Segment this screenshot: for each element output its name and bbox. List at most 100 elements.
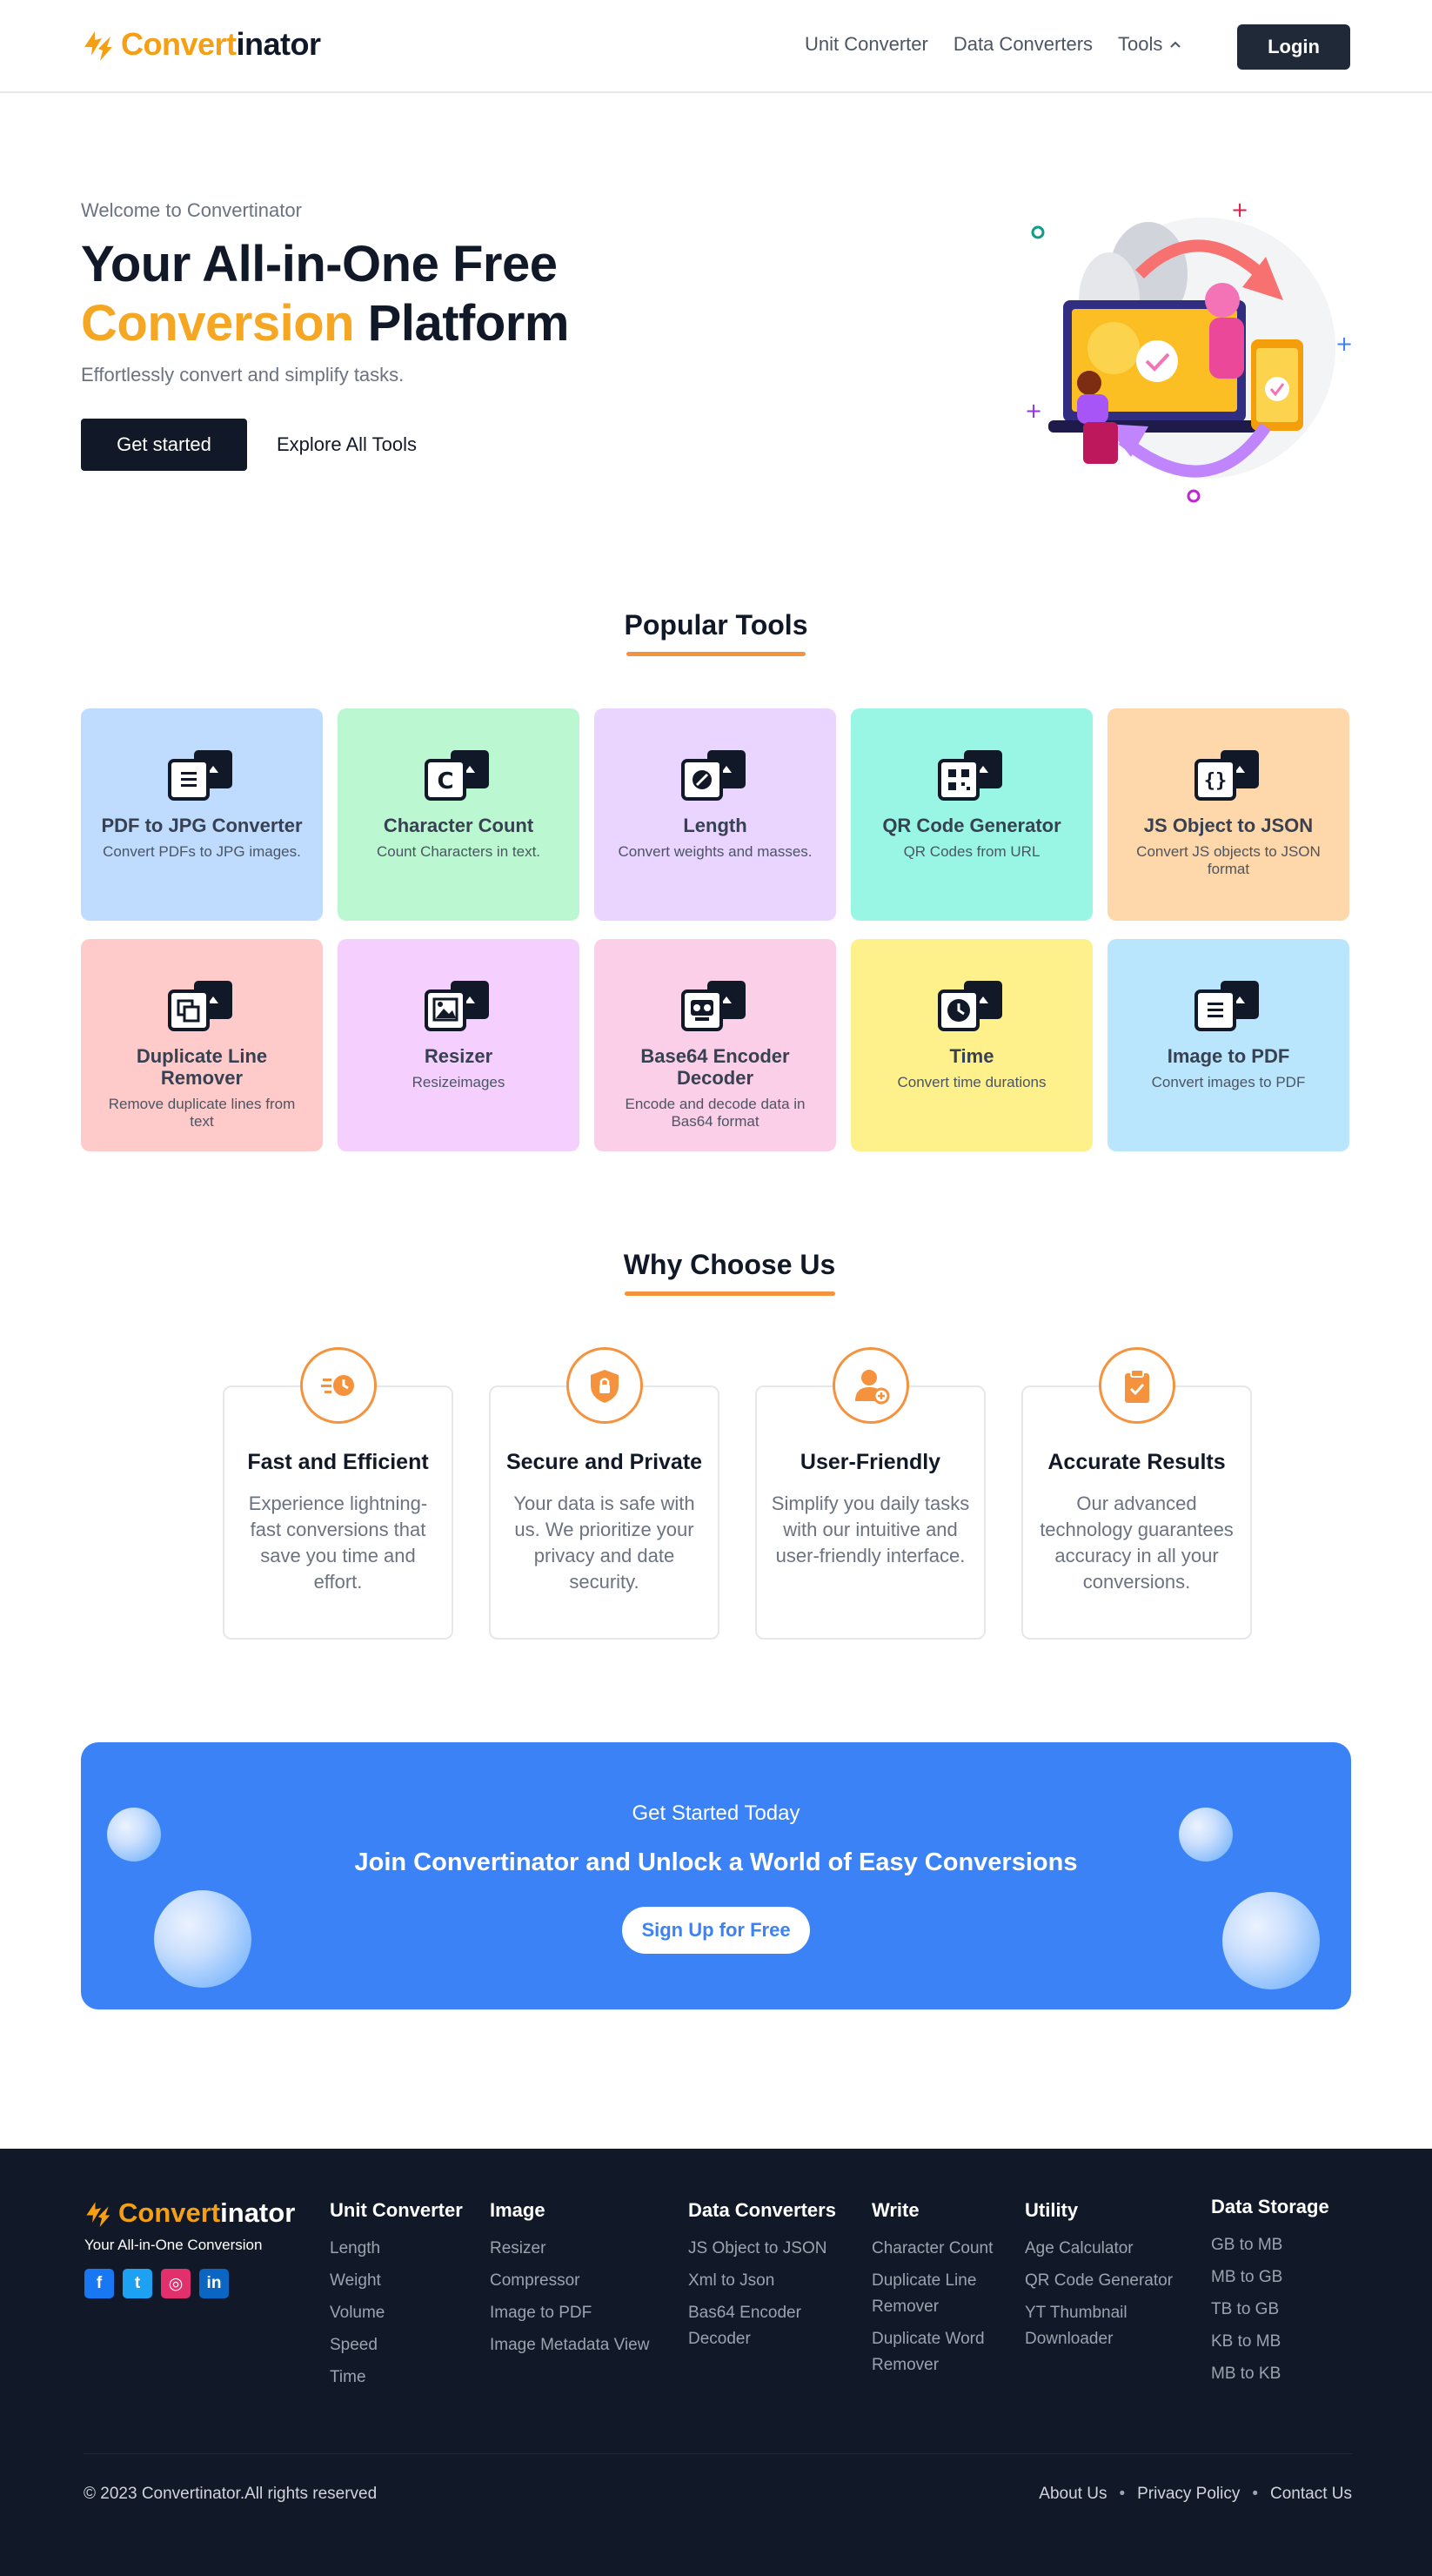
nav-data-converters[interactable]: Data Converters — [954, 33, 1093, 56]
footer-link-image-metadata-view[interactable]: Image Metadata View — [490, 2332, 677, 2358]
tool-card-description: QR Codes from URL — [903, 843, 1041, 860]
linkedin-icon[interactable]: in — [199, 2269, 229, 2298]
footer-column-utility: Utility Age Calculator QR Code Generator YT… — [1025, 2199, 1203, 2358]
footer-link-mb-to-kb[interactable]: MB to KB — [1211, 2361, 1359, 2387]
tool-card-qr-code-generator[interactable]: QR Code Generator QR Codes from URL — [851, 708, 1093, 921]
popular-tools-underline — [626, 652, 806, 656]
instagram-icon[interactable]: ◎ — [161, 2269, 191, 2298]
ruler-icon — [681, 750, 746, 801]
why-card-description: Our advanced technology guarantees accur… — [1040, 1493, 1234, 1593]
hero-title-rest: Platform — [354, 295, 570, 352]
tool-card-duplicate-line-remover[interactable]: Duplicate Line Remover Remove duplicate l… — [81, 939, 323, 1151]
footer-link-speed[interactable]: Speed — [330, 2332, 478, 2358]
tool-card-js-object-to-json[interactable]: {} JS Object to JSON Convert JS objects to… — [1107, 708, 1349, 921]
svg-text:+: + — [1231, 198, 1248, 222]
encoder-icon — [681, 981, 746, 1031]
tool-card-title: Base64 Encoder Decoder — [640, 1045, 790, 1089]
hero-illustration: + + + — [1025, 198, 1353, 503]
footer-link-gb-to-mb[interactable]: GB to MB — [1211, 2232, 1359, 2258]
tool-card-description: Convert PDFs to JPG images. — [103, 843, 301, 860]
footer-link-xml-to-json[interactable]: Xml to Json — [688, 2268, 862, 2294]
footer-link-duplicate-line-remover[interactable]: Duplicate Line Remover — [872, 2268, 1020, 2320]
why-choose-heading: Why Choose Us — [623, 1249, 836, 1280]
tool-card-character-count[interactable]: C Character Count Count Characters in text… — [338, 708, 579, 921]
tool-card-title: Image to PDF — [1167, 1045, 1290, 1067]
facebook-icon[interactable]: f — [84, 2269, 114, 2298]
tool-card-pdf-to-jpg-converter[interactable]: PDF to JPG Converter Convert PDFs to JPG … — [81, 708, 323, 921]
footer-brand-part1: Convert — [118, 2197, 221, 2228]
decorative-bubble — [154, 1890, 251, 1988]
hero-subtitle: Effortlessly convert and simplify tasks. — [81, 364, 405, 386]
cta-banner: Get Started Today Join Convertinator and… — [81, 1742, 1351, 2009]
tool-card-base64-encoder-decoder[interactable]: Base64 Encoder Decoder Encode and decode … — [594, 939, 836, 1151]
tool-card-description: Convert JS objects to JSON format — [1136, 843, 1321, 877]
footer-column-heading: Write — [872, 2199, 920, 2221]
tool-card-title: Duplicate Line Remover — [136, 1045, 268, 1089]
brand-name-part1: Convert — [121, 26, 237, 62]
footer-link-bas64-encoder-decoder[interactable]: Bas64 Encoder Decoder — [688, 2300, 862, 2352]
popular-tools-grid: PDF to JPG Converter Convert PDFs to JPG … — [81, 708, 1351, 1151]
footer-link-yt-thumbnail-downloader[interactable]: YT Thumbnail Downloader — [1025, 2300, 1203, 2352]
footer-link-age-calculator[interactable]: Age Calculator — [1025, 2236, 1203, 2262]
footer-link-qr-code-generator[interactable]: QR Code Generator — [1025, 2268, 1203, 2294]
nav-links: Unit Converter Data Converters Tools — [805, 33, 1181, 56]
svg-text:C: C — [437, 768, 453, 795]
footer-link-time[interactable]: Time — [330, 2365, 478, 2391]
top-navbar: Convert inator Unit Converter Data Conver… — [0, 0, 1432, 93]
contact-us-link[interactable]: Contact Us — [1270, 2485, 1352, 2504]
login-button[interactable]: Login — [1237, 24, 1350, 70]
separator-dot: • — [1252, 2485, 1259, 2503]
footer-column-heading: Data Storage — [1211, 2196, 1329, 2217]
why-card-title: Fast and Efficient — [247, 1450, 429, 1474]
nav-unit-converter[interactable]: Unit Converter — [805, 33, 928, 56]
about-us-link[interactable]: About Us — [1039, 2485, 1107, 2504]
bolt-icon — [84, 31, 112, 61]
footer-column-data-storage: Data Storage GB to MB MB to GB TB to GB KB t… — [1211, 2196, 1359, 2393]
image-icon — [425, 981, 489, 1031]
explore-all-tools-link[interactable]: Explore All Tools — [277, 433, 417, 456]
privacy-policy-link[interactable]: Privacy Policy — [1137, 2485, 1240, 2504]
footer-link-compressor[interactable]: Compressor — [490, 2268, 677, 2294]
footer-link-image-to-pdf[interactable]: Image to PDF — [490, 2300, 677, 2326]
footer-logo[interactable]: Convert inator — [84, 2197, 295, 2229]
tool-card-description: Remove duplicate lines from text — [108, 1096, 296, 1130]
tool-card-title: Length — [683, 815, 747, 836]
svg-text:+: + — [1025, 399, 1042, 423]
brand-logo[interactable]: Convert inator — [81, 26, 321, 63]
why-card-icon-circle — [300, 1347, 377, 1424]
tool-card-time[interactable]: Time Convert time durations — [851, 939, 1093, 1151]
footer-link-resizer[interactable]: Resizer — [490, 2236, 677, 2262]
tool-card-description: Convert images to PDF — [1151, 1074, 1306, 1090]
footer-link-character-count[interactable]: Character Count — [872, 2236, 1020, 2262]
clipboard-check-icon — [1125, 1369, 1149, 1403]
braces-icon: {} — [1194, 750, 1259, 801]
sign-up-button[interactable]: Sign Up for Free — [622, 1907, 810, 1954]
shield-lock-icon — [591, 1370, 619, 1403]
footer-link-kb-to-mb[interactable]: KB to MB — [1211, 2329, 1359, 2355]
footer-copyright: © 2023 Convertinator.All rights reserved — [84, 2485, 378, 2503]
get-started-button[interactable]: Get started — [81, 419, 247, 471]
copy-icon — [168, 981, 232, 1031]
why-card-description: Experience lightning-fast conversions th… — [248, 1493, 428, 1593]
footer-link-duplicate-word-remover[interactable]: Duplicate Word Remover — [872, 2326, 1020, 2378]
footer-link-js-object-to-json[interactable]: JS Object to JSON — [688, 2236, 862, 2262]
tool-card-resizer[interactable]: Resizer Resizeimages — [338, 939, 579, 1151]
footer-link-length[interactable]: Length — [330, 2236, 478, 2262]
footer-link-weight[interactable]: Weight — [330, 2268, 478, 2294]
cta-kicker: Get Started Today — [632, 1801, 800, 1825]
footer-link-mb-to-gb[interactable]: MB to GB — [1211, 2264, 1359, 2291]
tool-card-length[interactable]: Length Convert weights and masses. — [594, 708, 836, 921]
popular-tools-heading: Popular Tools — [624, 609, 808, 641]
twitter-icon[interactable]: t — [123, 2269, 152, 2298]
nav-tools[interactable]: Tools — [1118, 33, 1181, 56]
why-choose-underline — [625, 1291, 835, 1296]
footer-tagline: Your All-in-One Conversion — [84, 2237, 263, 2253]
hero-title-line1: Your All-in-One Free — [81, 236, 558, 292]
footer-link-volume[interactable]: Volume — [330, 2300, 478, 2326]
why-card-description: Your data is safe with us. We prioritize… — [513, 1493, 695, 1593]
tool-card-image-to-pdf[interactable]: Image to PDF Convert images to PDF — [1107, 939, 1349, 1151]
hero-title-accent: Conversion — [81, 295, 355, 352]
footer-link-tb-to-gb[interactable]: TB to GB — [1211, 2297, 1359, 2323]
why-card-icon-circle — [566, 1347, 643, 1424]
hero-title-line2: Conversion Platform — [81, 294, 569, 353]
